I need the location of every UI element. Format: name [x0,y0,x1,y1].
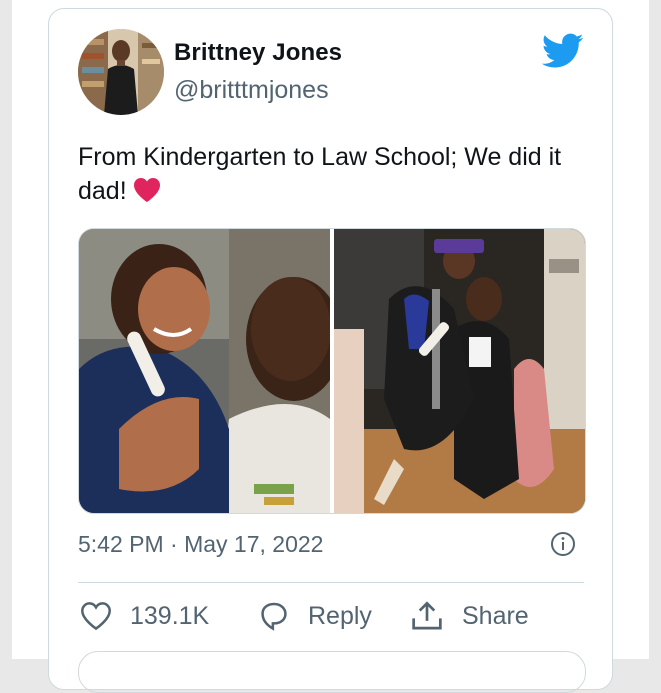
author-name[interactable]: Brittney Jones [174,39,342,67]
share-upload-icon [412,601,442,630]
heart-outline-icon [81,602,111,631]
info-icon[interactable] [550,531,576,557]
reply-label: Reply [308,601,372,630]
author-avatar[interactable] [78,29,164,115]
like-count: 139.1K [130,601,210,630]
reply-button[interactable]: Reply [258,596,372,636]
share-button[interactable]: Share [410,596,529,636]
like-button[interactable]: 139.1K [80,596,209,636]
red-heart-icon [133,177,161,212]
twitter-bird-icon[interactable] [542,33,584,69]
reply-bubble-icon [261,602,287,631]
tweet-text: From Kindergarten to Law School; We did … [78,140,588,212]
read-replies-button[interactable] [78,651,586,693]
divider [78,582,584,583]
author-handle[interactable]: @britttmjones [174,76,329,105]
childhood-photo[interactable] [79,229,330,513]
avatar-photo [78,29,164,115]
share-label: Share [462,601,529,630]
tweet-media[interactable] [78,228,586,514]
tweet-timestamp[interactable]: 5:42 PM · May 17, 2022 [78,531,323,558]
graduation-photo[interactable] [334,229,585,513]
